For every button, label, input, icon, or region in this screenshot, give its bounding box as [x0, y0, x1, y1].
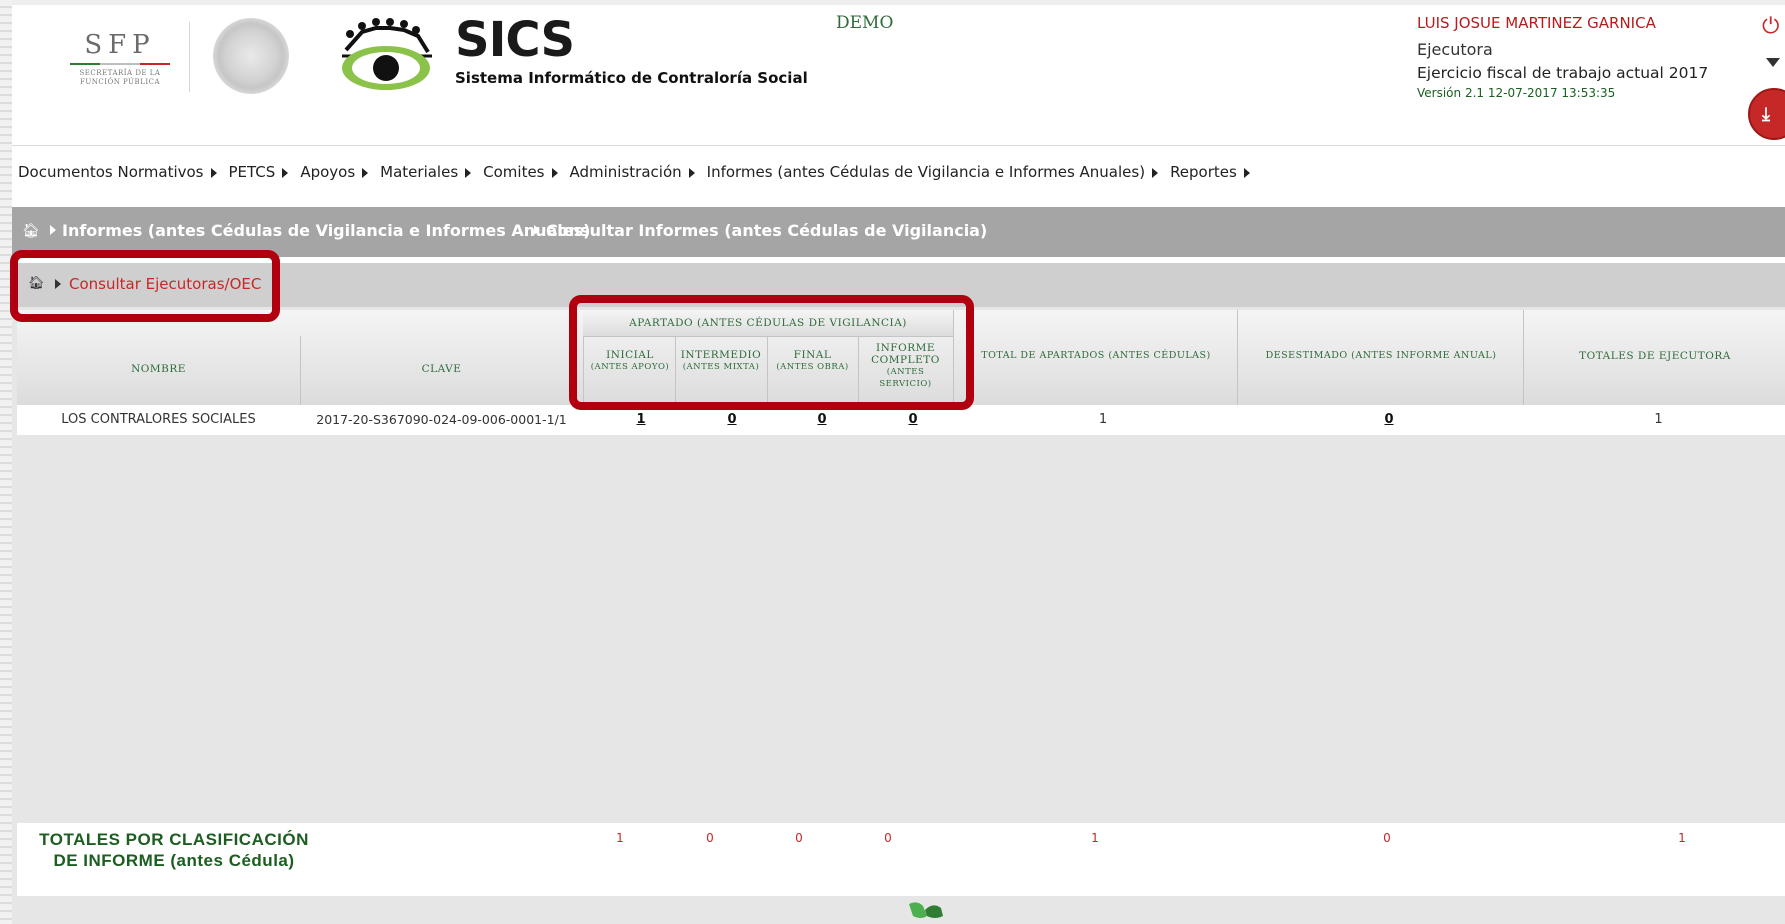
menu-item-materiales[interactable]: Materiales: [380, 163, 483, 181]
breadcrumb-separator-icon: [55, 279, 61, 289]
col-divider: [953, 310, 954, 405]
col-divider: [1237, 310, 1238, 405]
home-icon[interactable]: 🏠︎: [22, 223, 40, 239]
col-divider: [858, 336, 859, 405]
eye-pupil: [373, 55, 399, 81]
col-header-nombre[interactable]: Nombre: [17, 363, 300, 375]
table-row: LOS CONTRALORES SOCIALES 2017-20-S367090…: [17, 405, 1785, 435]
sfp-logo: SFP SECRETARÍA DE LA FUNCIÓN PÚBLICA: [70, 30, 170, 87]
total-inicial: 1: [616, 831, 624, 845]
col-divider: [767, 336, 768, 405]
total-ejecutora: 1: [1678, 831, 1686, 845]
col-header-informe-completo[interactable]: Informe Completo (antes Servicio): [860, 342, 951, 390]
col-header-final-title: Final: [793, 349, 832, 361]
header-divider-line: [12, 145, 1785, 146]
total-final: 0: [795, 831, 803, 845]
cell-totales-ejecutora: 1: [1654, 412, 1663, 427]
submenu-arrow-icon: [688, 167, 695, 178]
cell-clave: 2017-20-S367090-024-09-006-0001-1/1: [316, 412, 567, 427]
cell-informe-completo-link[interactable]: 0: [908, 412, 917, 427]
cell-nombre: LOS CONTRALORES SOCIALES: [61, 412, 256, 427]
menu-item-informes[interactable]: Informes (antes Cédulas de Vigilancia e …: [707, 163, 1170, 181]
total-desestimado: 0: [1383, 831, 1391, 845]
cell-final[interactable]: 0: [777, 412, 867, 427]
chevron-down-icon[interactable]: [1766, 58, 1780, 67]
header-divider: [189, 22, 190, 92]
app-subtitle: Sistema Informático de Contraloría Socia…: [455, 69, 808, 87]
cell-intermedio-link[interactable]: 0: [727, 412, 736, 427]
sfp-logo-text: SFP: [84, 30, 156, 60]
col-header-inicial[interactable]: Inicial (antes Apoyo): [587, 349, 673, 373]
col-header-inicial-title: Inicial: [606, 349, 654, 361]
sfp-logo-line: [70, 63, 170, 65]
submenu-arrow-icon: [282, 167, 289, 178]
col-header-intermedio-title: Intermedio: [680, 349, 762, 361]
power-icon[interactable]: ⏻: [1762, 14, 1779, 39]
menu-item-reportes[interactable]: Reportes: [1170, 163, 1262, 181]
user-name: LUIS JOSUE MARTINEZ GARNICA: [1417, 14, 1656, 32]
col-divider: [583, 336, 584, 405]
totals-label: TOTALES POR CLASIFICACIÓN DE INFORME (an…: [39, 830, 309, 870]
col-header-totales-ejecutora[interactable]: Totales de Ejecutora: [1525, 350, 1785, 362]
col-header-final[interactable]: Final (antes Obra): [769, 349, 856, 373]
breadcrumb-sub: 🏠︎ Consultar Ejecutoras/OEC: [12, 263, 1785, 307]
col-header-final-sub: (antes Obra): [776, 362, 849, 372]
breadcrumb-link-informes[interactable]: Informes (antes Cédulas de Vigilancia e …: [62, 221, 590, 240]
submenu-arrow-icon: [362, 167, 369, 178]
breadcrumb-separator-icon: [534, 225, 540, 235]
cell-desestimado-link[interactable]: 0: [1384, 412, 1393, 427]
submenu-arrow-icon: [465, 167, 472, 178]
sfp-logo-subtitle: SECRETARÍA DE LA FUNCIÓN PÚBLICA: [79, 69, 161, 86]
submenu-arrow-icon: [1152, 167, 1159, 178]
app-name: SICS: [455, 12, 575, 68]
breadcrumb-link-consultar-ejecutoras[interactable]: Consultar Ejecutoras/OEC: [69, 275, 261, 293]
breadcrumb-link-consultar-informes[interactable]: Consultar Informes (antes Cédulas de Vig…: [546, 221, 987, 240]
top-strip: [0, 0, 1785, 5]
version-info: Versión 2.1 12-07-2017 13:53:35: [1417, 86, 1616, 100]
submenu-arrow-icon: [1243, 167, 1250, 178]
col-header-intermedio[interactable]: Intermedio (antes Mixta): [677, 349, 765, 373]
col-header-informe-completo-title: Informe Completo: [871, 342, 940, 366]
cell-desestimado[interactable]: 0: [1247, 412, 1531, 427]
col-header-informe-completo-sub: (antes Servicio): [879, 367, 932, 389]
col-header-total-apartados[interactable]: Total de Apartados (antes Cédulas): [955, 350, 1237, 362]
total-intermedio: 0: [706, 831, 714, 845]
menu-item-petcs[interactable]: PETCS: [229, 163, 301, 181]
col-header-intermedio-sub: (antes Mixta): [682, 362, 760, 372]
user-role: Ejecutora: [1417, 40, 1493, 59]
menu-item-administracion[interactable]: Administración: [570, 163, 707, 181]
excel-export-icon[interactable]: [907, 900, 947, 920]
national-seal-logo: [213, 18, 289, 94]
cell-total-apartados: 1: [1098, 412, 1108, 427]
breadcrumb-separator-icon: [50, 225, 56, 235]
group-header-apartado: Apartado (antes Cédulas de Vigilancia): [629, 317, 907, 329]
col-header-clave[interactable]: Clave: [300, 363, 583, 375]
submenu-arrow-icon: [210, 167, 217, 178]
col-header-inicial-sub: (antes Apoyo): [590, 362, 670, 372]
total-informe-completo: 0: [884, 831, 892, 845]
breadcrumb-main: 🏠︎ Informes (antes Cédulas de Vigilancia…: [12, 207, 1785, 257]
cell-inicial[interactable]: 1: [597, 412, 685, 427]
download-manual-icon[interactable]: ⤓: [1748, 88, 1785, 140]
fiscal-year: Ejercicio fiscal de trabajo actual 2017: [1417, 64, 1709, 82]
menu-item-comites[interactable]: Comites: [483, 163, 569, 181]
group-header-divider: [583, 336, 953, 337]
col-divider: [675, 336, 676, 405]
total-apartados: 1: [1091, 831, 1099, 845]
home-icon[interactable]: 🏠︎: [28, 276, 45, 291]
left-edge-decoration: [0, 0, 12, 924]
cell-inicial-link[interactable]: 1: [636, 412, 645, 427]
env-label: DEMO: [836, 13, 894, 33]
col-divider: [1523, 310, 1524, 405]
col-header-desestimado[interactable]: Desestimado (antes Informe Anual): [1239, 350, 1523, 362]
totals-row: TOTALES POR CLASIFICACIÓN DE INFORME (an…: [17, 823, 1785, 896]
menu-item-apoyos[interactable]: Apoyos: [300, 163, 380, 181]
submenu-arrow-icon: [551, 167, 558, 178]
cell-final-link[interactable]: 0: [817, 412, 826, 427]
cell-informe-completo[interactable]: 0: [867, 412, 959, 427]
main-menu: Documentos Normativos PETCS Apoyos Mater…: [18, 163, 1262, 181]
menu-item-documentos-normativos[interactable]: Documentos Normativos: [18, 163, 229, 181]
cell-intermedio[interactable]: 0: [687, 412, 777, 427]
sics-eye-logo: [342, 18, 432, 90]
